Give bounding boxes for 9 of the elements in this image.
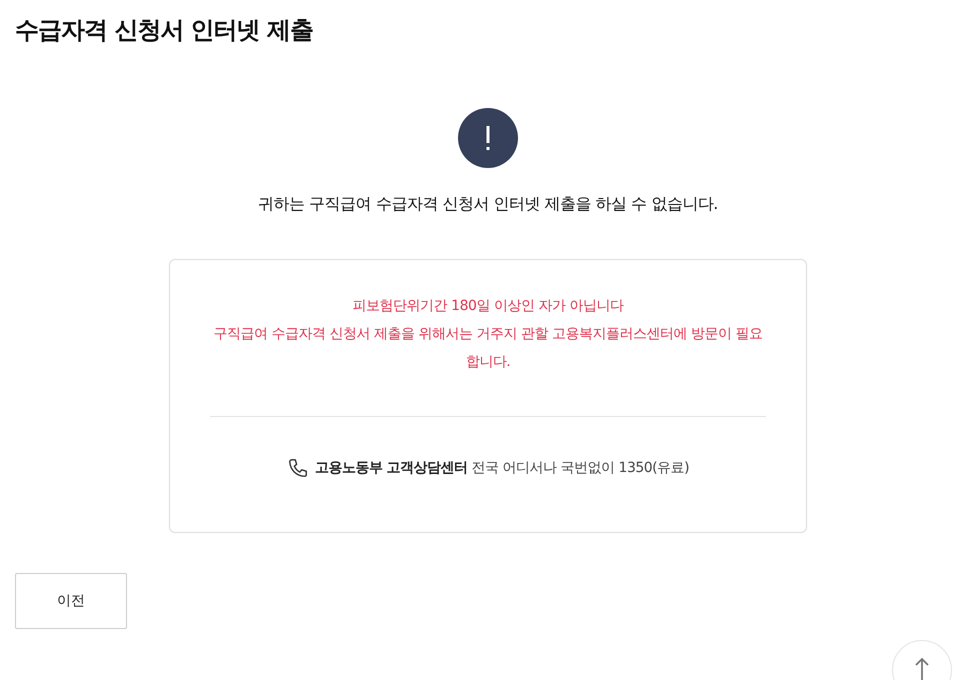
page-title: 수급자격 신청서 인터넷 제출 xyxy=(15,15,314,46)
error-text: 피보험단위기간 180일 이상인 자가 아닙니다 xyxy=(352,297,625,316)
contact-text: 고용노동부 고객상담센터 전국 어디서나 국번없이 1350(유료) xyxy=(314,459,690,477)
previous-button[interactable]: 이전 xyxy=(15,573,127,629)
alert-icon xyxy=(458,108,518,168)
arrow-up-icon xyxy=(914,657,930,680)
error-text: 구직급여 수급자격 신청서 제출을 위해서는 거주지 관할 고용복지플러스센터에 방문이 필요합니다. xyxy=(212,325,764,372)
phone-icon xyxy=(286,457,309,479)
notice-message: 귀하는 구직급여 수급자격 신청서 인터넷 제출을 하실 수 없습니다. xyxy=(258,194,718,215)
